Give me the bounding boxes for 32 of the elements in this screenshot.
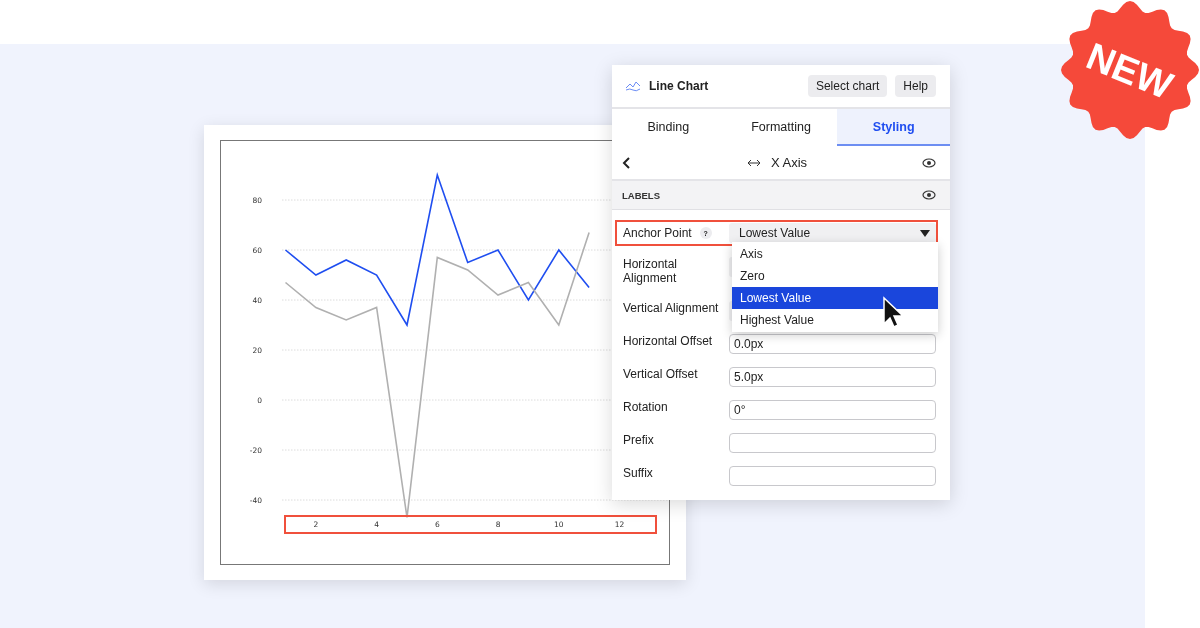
input-field[interactable]: 5.0px <box>729 367 936 387</box>
tab[interactable]: Styling <box>837 109 950 146</box>
field-label: Horizontal Offset <box>623 334 713 348</box>
line-chart-icon <box>625 80 641 92</box>
caret-icon <box>920 229 930 237</box>
header-button[interactable]: Help <box>895 75 936 97</box>
dropdown-option[interactable]: Lowest Value <box>732 287 938 309</box>
field-label: Suffix <box>623 466 653 480</box>
field-label: Prefix <box>623 433 654 447</box>
field-label: Vertical Alignment <box>623 301 719 315</box>
field-label: Vertical Offset <box>623 367 698 381</box>
input-field[interactable] <box>729 466 936 486</box>
back-icon[interactable] <box>622 156 632 169</box>
double-arrow-icon <box>746 158 761 167</box>
select-field[interactable]: Lowest Value <box>729 223 936 243</box>
input-field[interactable]: 0° <box>729 400 936 420</box>
field-label: Rotation <box>623 400 668 414</box>
field-label: Anchor Point <box>623 226 692 240</box>
header-button[interactable]: Select chart <box>807 75 888 97</box>
dropdown-option[interactable]: Zero <box>732 265 938 287</box>
dropdown-option[interactable]: Axis <box>732 243 938 265</box>
input-field[interactable]: 0.0px <box>729 334 936 354</box>
tab[interactable]: Binding <box>612 109 725 146</box>
dropdown-option[interactable]: Highest Value <box>732 309 938 331</box>
group-title: LABELS <box>622 189 660 201</box>
eye-icon[interactable] <box>922 157 936 168</box>
field-label: Horizontal Alignment <box>623 257 679 285</box>
input-field[interactable] <box>729 433 936 453</box>
new-badge: NEW <box>1060 0 1200 140</box>
eye-icon[interactable] <box>922 190 936 200</box>
section-title: X Axis <box>770 155 808 170</box>
panel-title: Line Chart <box>649 79 709 93</box>
